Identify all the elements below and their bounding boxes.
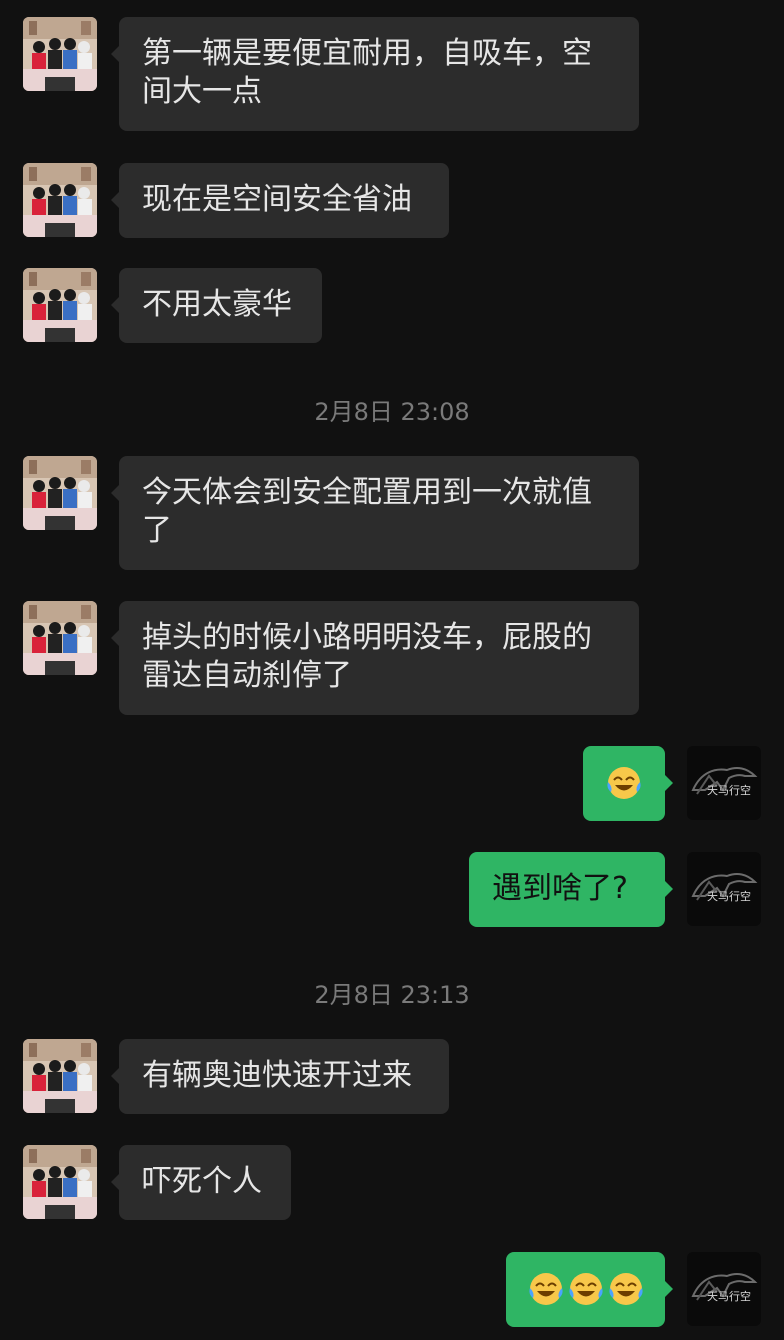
timestamp: 2月8日 23:13: [314, 981, 470, 1009]
incoming-message[interactable]: 掉头的时候小路明明没车，屁股的雷达自动刹停了: [111, 601, 639, 715]
incoming-message[interactable]: 今天体会到安全配置用到一次就值了: [111, 456, 639, 570]
contact-avatar[interactable]: [23, 601, 97, 675]
timestamp: 2月8日 23:08: [314, 398, 470, 426]
incoming-message[interactable]: 第一辆是要便宜耐用，自吸车，空间大一点: [111, 17, 639, 131]
incoming-message[interactable]: 不用太豪华: [111, 268, 322, 343]
contact-avatar[interactable]: [23, 17, 97, 91]
self-avatar[interactable]: 天马行空: [687, 1252, 761, 1326]
outgoing-message[interactable]: [506, 1252, 673, 1327]
incoming-message[interactable]: 现在是空间安全省油: [111, 163, 449, 238]
incoming-message[interactable]: 吓死个人: [111, 1145, 291, 1220]
avatar-logo-text: 天马行空: [707, 784, 751, 797]
avatar-logo-text: 天马行空: [707, 1290, 751, 1303]
outgoing-message[interactable]: [583, 746, 673, 821]
face-with-tears-of-joy-icon: [567, 1270, 605, 1308]
face-with-tears-of-joy-icon: [605, 764, 643, 802]
contact-avatar[interactable]: [23, 163, 97, 237]
face-with-tears-of-joy-icon: [607, 1270, 645, 1308]
self-avatar[interactable]: 天马行空: [687, 852, 761, 926]
face-with-tears-of-joy-icon: [527, 1270, 565, 1308]
self-avatar[interactable]: 天马行空: [687, 746, 761, 820]
incoming-message[interactable]: 有辆奥迪快速开过来: [111, 1039, 449, 1114]
avatar-logo-text: 天马行空: [707, 890, 751, 903]
contact-avatar[interactable]: [23, 1039, 97, 1113]
contact-avatar[interactable]: [23, 1145, 97, 1219]
contact-avatar[interactable]: [23, 268, 97, 342]
contact-avatar[interactable]: [23, 456, 97, 530]
outgoing-message[interactable]: 遇到啥了?: [469, 852, 673, 927]
